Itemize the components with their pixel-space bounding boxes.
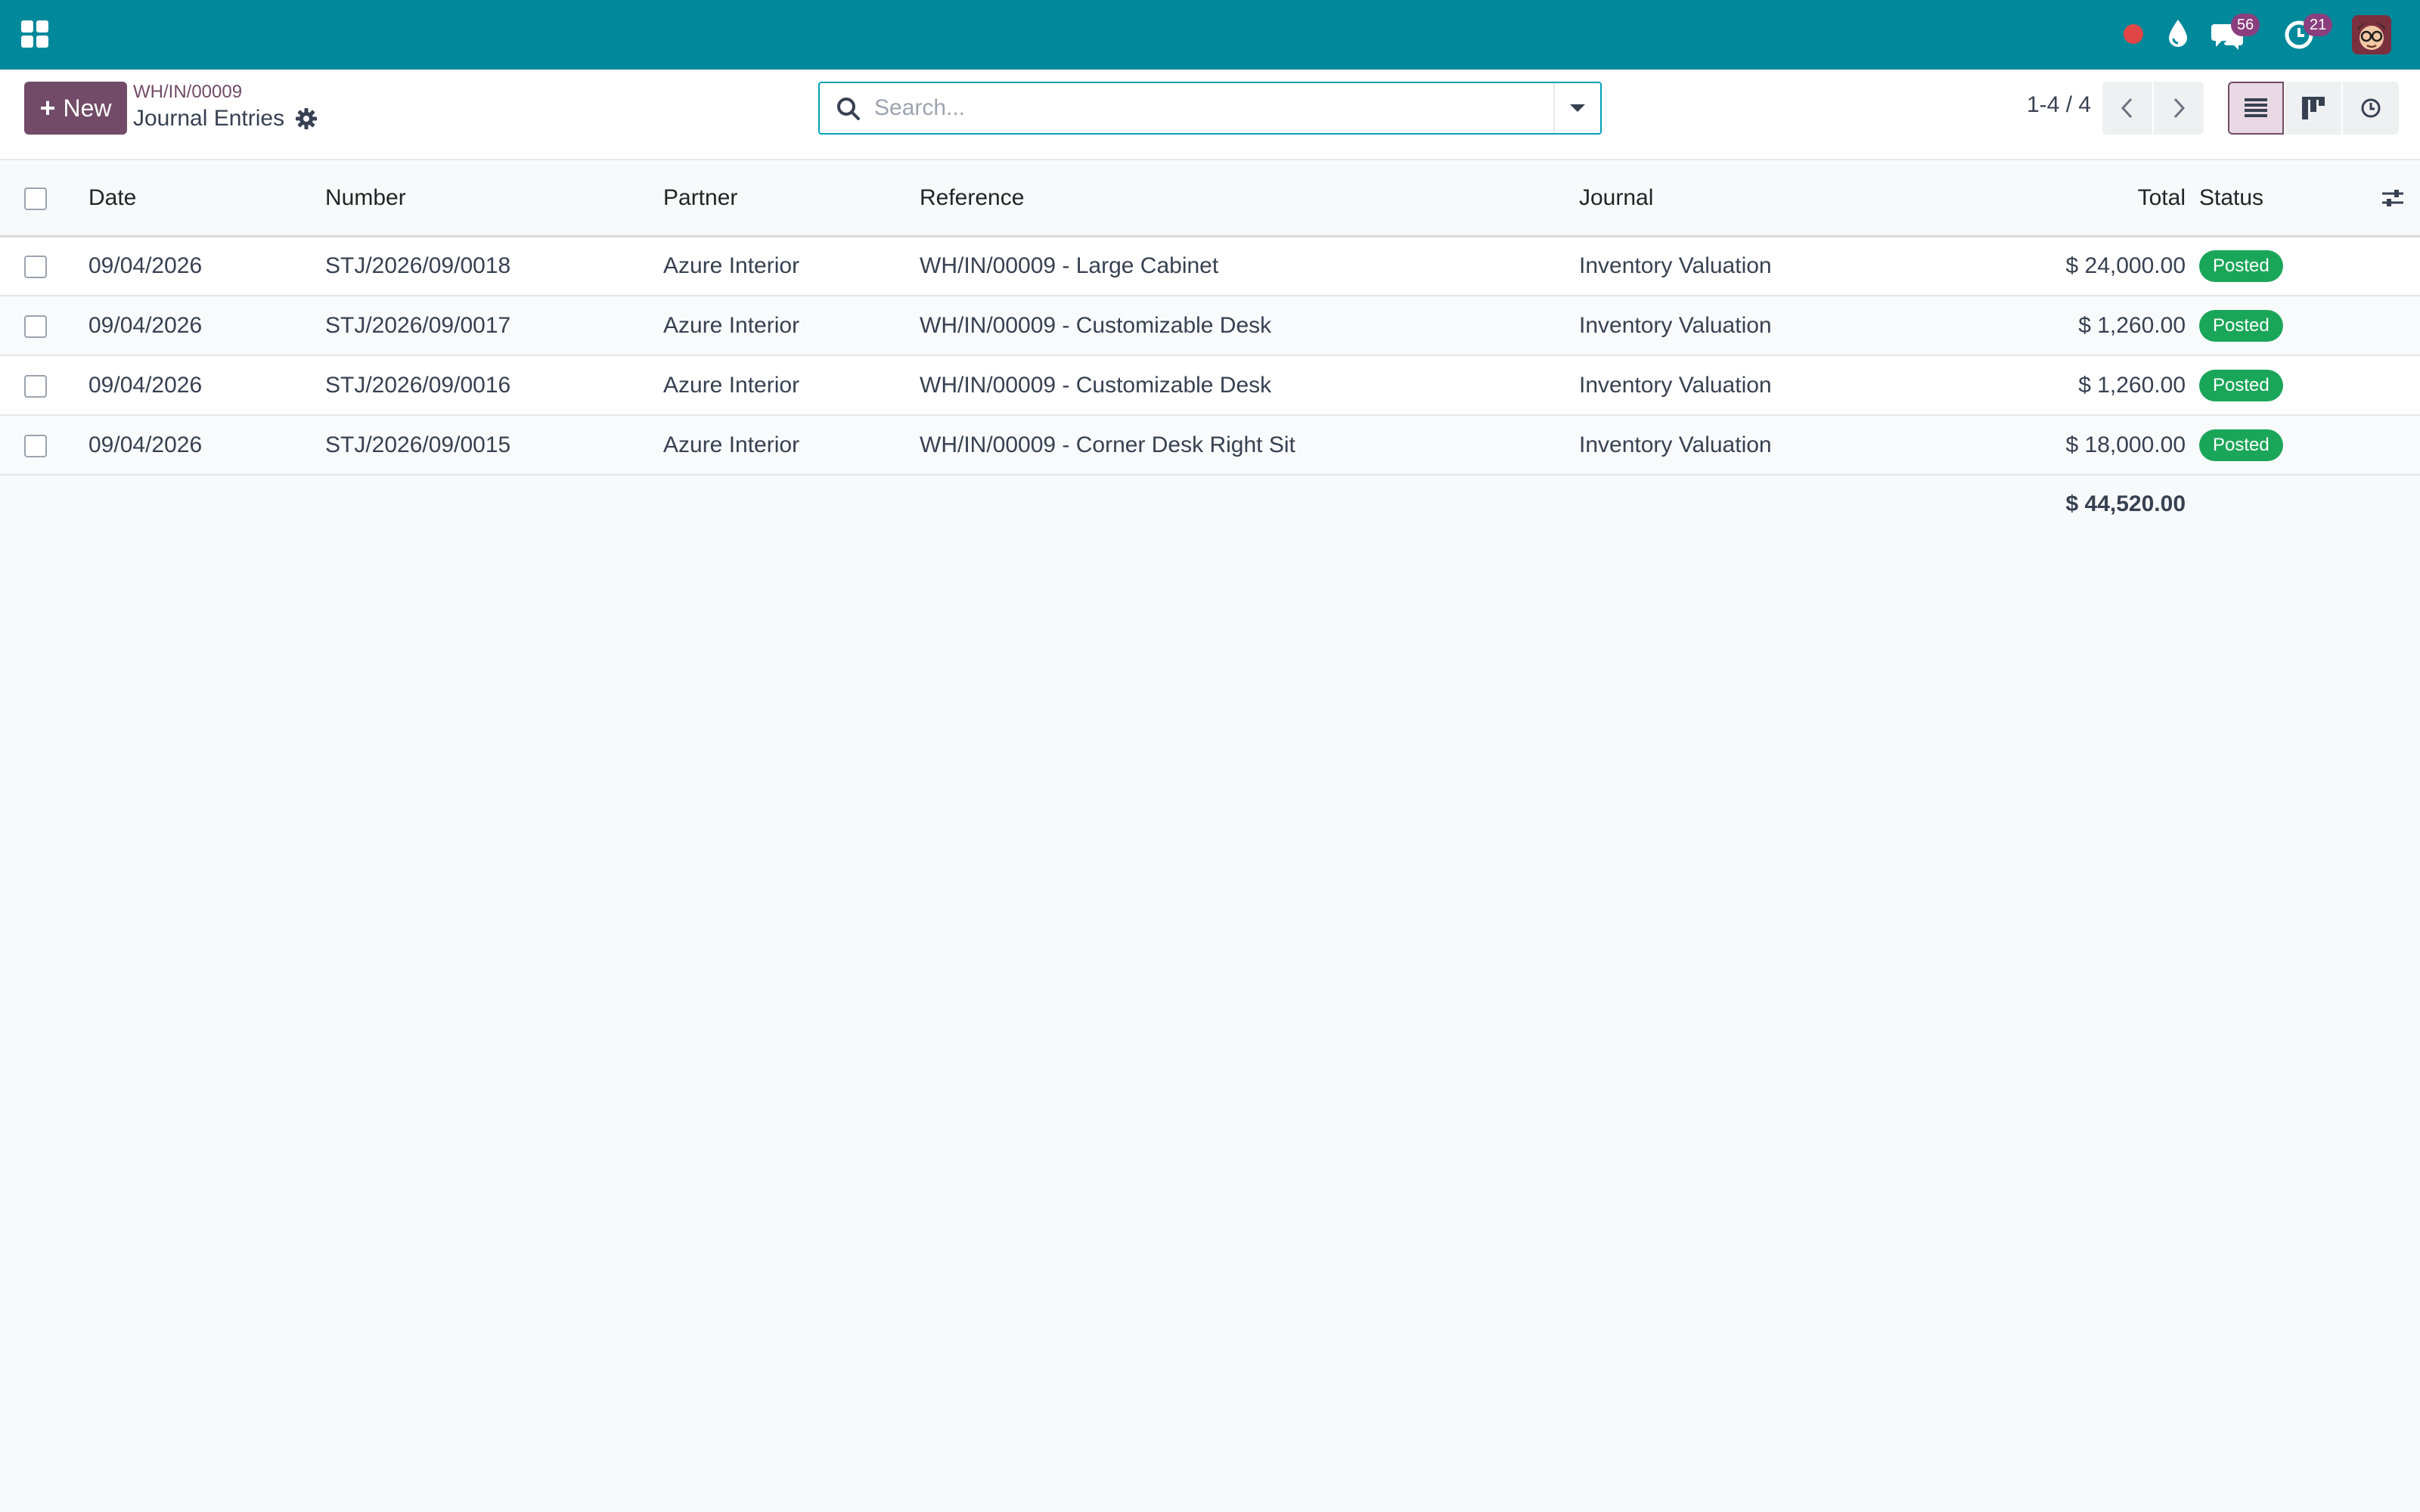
row-checkbox[interactable] (24, 374, 47, 398)
new-button-label: New (63, 94, 112, 122)
cell-reference[interactable]: WH/IN/00009 - Customizable Desk (920, 355, 1579, 415)
cell-total[interactable]: $ 1,260.00 (2018, 296, 2199, 355)
status-badge: Posted (2199, 249, 2283, 282)
optional-columns-icon[interactable] (2381, 186, 2405, 210)
table-header-row: Date Number Partner Reference Journal To… (0, 162, 2420, 236)
kanban-view-button[interactable] (2285, 82, 2341, 135)
chevron-right-icon (2173, 98, 2186, 119)
breadcrumb-parent-link[interactable]: WH/IN/00009 (133, 82, 242, 103)
status-badge: Posted (2199, 369, 2283, 401)
row-select-cell (0, 415, 88, 475)
plus-icon: + (39, 92, 56, 123)
search-options-toggle[interactable] (1553, 83, 1600, 133)
cell-number[interactable]: STJ/2026/09/0017 (325, 296, 663, 355)
search-input[interactable] (874, 89, 1555, 127)
status-badge: Posted (2199, 429, 2283, 461)
cell-empty (2381, 415, 2420, 475)
row-select-cell (0, 296, 88, 355)
search-bar (818, 82, 1602, 135)
row-checkbox[interactable] (24, 434, 47, 457)
select-all-cell (0, 162, 88, 236)
pager-value[interactable]: 1-4 / 4 (2027, 92, 2091, 118)
avatar-image-icon (2352, 15, 2391, 54)
journal-entries-list: Date Number Partner Reference Journal To… (0, 162, 2420, 532)
cell-partner[interactable]: Azure Interior (663, 415, 920, 475)
header-journal[interactable]: Journal (1579, 162, 2018, 236)
cell-number[interactable]: STJ/2026/09/0015 (325, 415, 663, 475)
cell-number[interactable]: STJ/2026/09/0016 (325, 355, 663, 415)
journal-entries-table: Date Number Partner Reference Journal To… (0, 162, 2420, 532)
cell-status[interactable]: Posted (2199, 415, 2381, 475)
select-all-checkbox[interactable] (24, 187, 47, 211)
pager-next-button[interactable] (2154, 82, 2204, 135)
cell-total[interactable]: $ 1,260.00 (2018, 355, 2199, 415)
grand-total: $ 44,520.00 (2065, 491, 2186, 516)
cell-reference[interactable]: WH/IN/00009 - Large Cabinet (920, 236, 1579, 296)
table-row[interactable]: 09/04/2026 STJ/2026/09/0016 Azure Interior… (0, 355, 2420, 415)
cell-partner[interactable]: Azure Interior (663, 355, 920, 415)
pager-previous-button[interactable] (2102, 82, 2152, 135)
header-date[interactable]: Date (88, 162, 325, 236)
control-panel: + New WH/IN/00009 Journal Entries 1-4 / … (0, 70, 2420, 160)
cell-status[interactable]: Posted (2199, 236, 2381, 296)
chevron-left-icon (2121, 98, 2133, 119)
user-avatar[interactable] (2352, 15, 2391, 54)
header-total[interactable]: Total (2018, 162, 2199, 236)
record-indicator-icon[interactable] (2124, 24, 2143, 44)
activity-view-button[interactable] (2343, 82, 2399, 135)
cell-status[interactable]: Posted (2199, 296, 2381, 355)
table-row[interactable]: 09/04/2026 STJ/2026/09/0018 Azure Interior… (0, 236, 2420, 296)
row-checkbox[interactable] (24, 314, 47, 338)
optional-columns-cell (2381, 162, 2420, 236)
cell-empty (2381, 355, 2420, 415)
cell-journal[interactable]: Inventory Valuation (1579, 415, 2018, 475)
cell-reference[interactable]: WH/IN/00009 - Customizable Desk (920, 296, 1579, 355)
cell-partner[interactable]: Azure Interior (663, 296, 920, 355)
messages-count-badge: 56 (2231, 14, 2260, 36)
cell-number[interactable]: STJ/2026/09/0018 (325, 236, 663, 296)
header-reference[interactable]: Reference (920, 162, 1579, 236)
cell-journal[interactable]: Inventory Valuation (1579, 236, 2018, 296)
cell-date[interactable]: 09/04/2026 (88, 236, 325, 296)
cell-total[interactable]: $ 24,000.00 (2018, 236, 2199, 296)
droplet-icon[interactable] (2166, 18, 2190, 48)
cell-journal[interactable]: Inventory Valuation (1579, 296, 2018, 355)
header-partner[interactable]: Partner (663, 162, 920, 236)
systray: 56 21 (0, 0, 2420, 70)
kanban-view-icon (2302, 97, 2325, 119)
list-view-icon (2245, 98, 2267, 117)
list-view-button[interactable] (2228, 82, 2284, 135)
table-row[interactable]: 09/04/2026 STJ/2026/09/0017 Azure Interior… (0, 296, 2420, 355)
row-select-cell (0, 355, 88, 415)
caret-down-icon (1570, 104, 1585, 112)
clock-view-icon (2361, 98, 2381, 118)
page-title: Journal Entries (133, 106, 285, 131)
totals-row: $ 44,520.00 (0, 475, 2420, 532)
table-row[interactable]: 09/04/2026 STJ/2026/09/0015 Azure Interior… (0, 415, 2420, 475)
cell-partner[interactable]: Azure Interior (663, 236, 920, 296)
row-checkbox[interactable] (24, 255, 47, 278)
cell-journal[interactable]: Inventory Valuation (1579, 355, 2018, 415)
row-select-cell (0, 236, 88, 296)
search-icon (837, 98, 860, 120)
header-status[interactable]: Status (2199, 162, 2381, 236)
cell-status[interactable]: Posted (2199, 355, 2381, 415)
cell-total[interactable]: $ 18,000.00 (2018, 415, 2199, 475)
cell-empty (2381, 296, 2420, 355)
cell-date[interactable]: 09/04/2026 (88, 415, 325, 475)
header-number[interactable]: Number (325, 162, 663, 236)
new-button[interactable]: + New (24, 82, 127, 135)
status-badge: Posted (2199, 309, 2283, 342)
cell-reference[interactable]: WH/IN/00009 - Corner Desk Right Sit (920, 415, 1579, 475)
cell-date[interactable]: 09/04/2026 (88, 296, 325, 355)
cell-empty (2381, 236, 2420, 296)
cell-date[interactable]: 09/04/2026 (88, 355, 325, 415)
activities-count-badge: 21 (2304, 14, 2333, 36)
gear-icon[interactable] (295, 107, 318, 130)
top-navbar: 56 21 (0, 0, 2420, 70)
